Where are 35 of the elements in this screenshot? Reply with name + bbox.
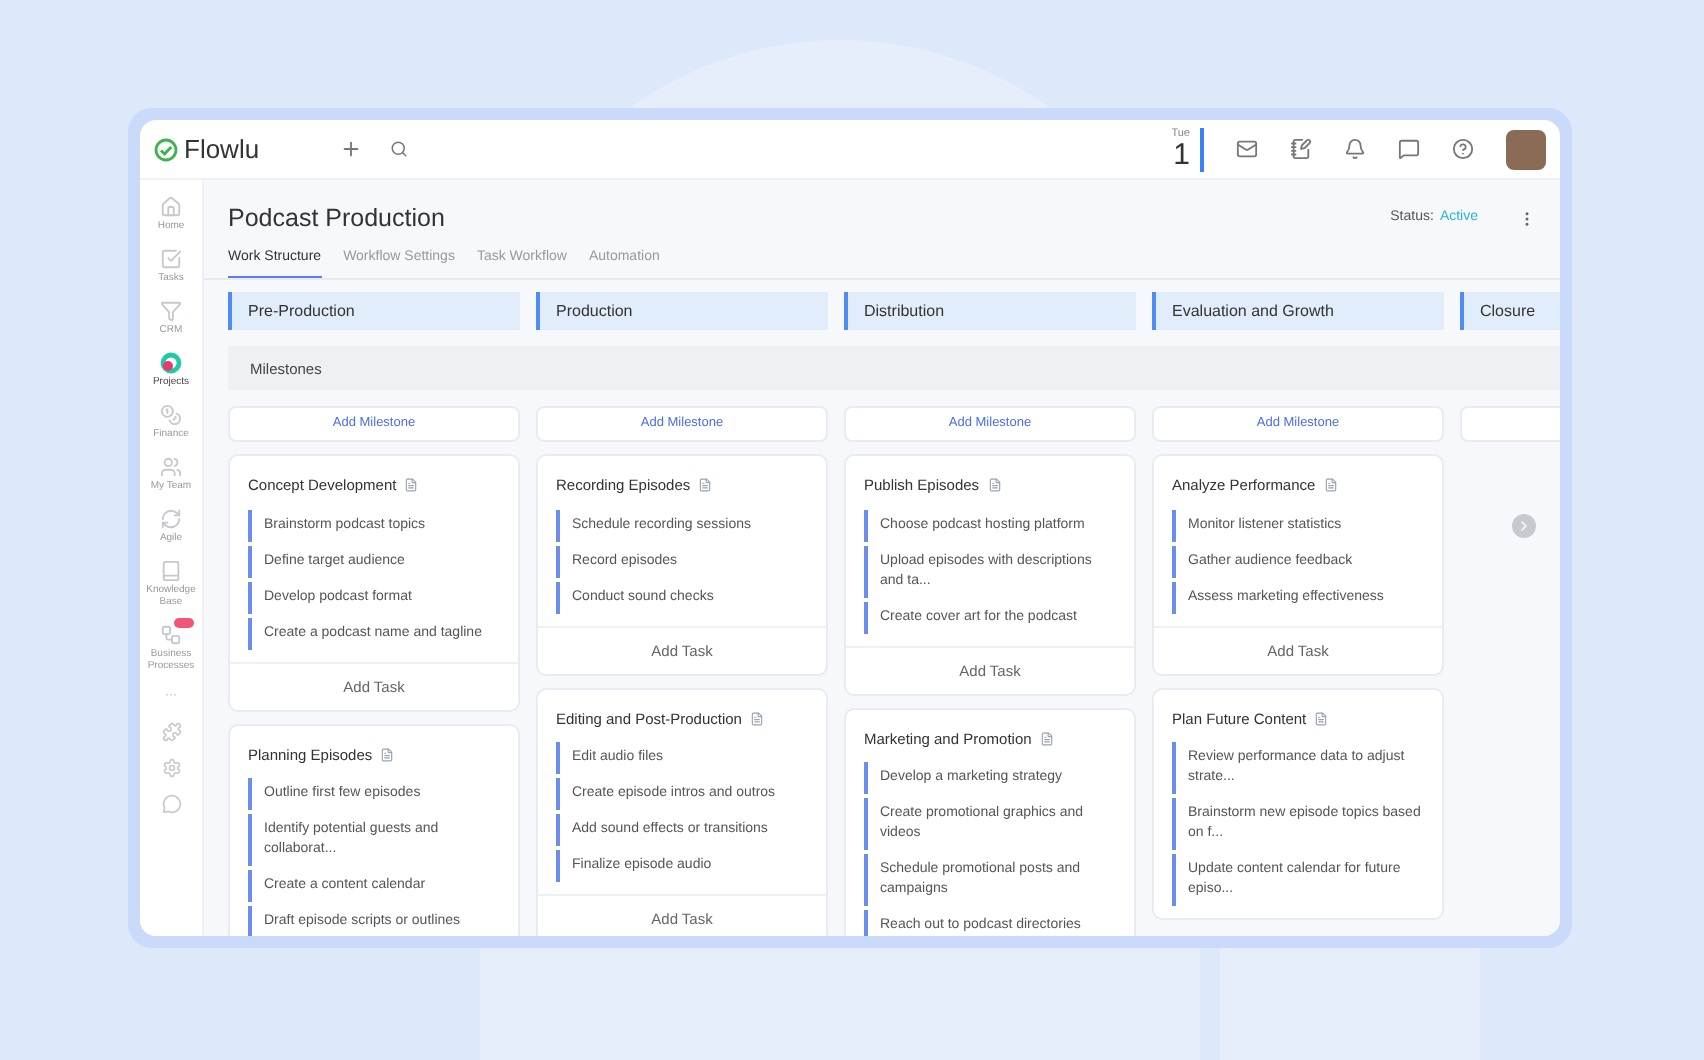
avatar[interactable] <box>1506 129 1546 169</box>
document-icon <box>404 478 419 493</box>
checkmark-icon <box>160 248 182 270</box>
document-icon <box>1323 478 1338 493</box>
funnel-icon <box>160 300 182 322</box>
stage-header: Production <box>536 292 828 331</box>
search-button[interactable] <box>389 140 408 158</box>
notes-icon[interactable] <box>1290 138 1312 160</box>
project-title: Podcast Production <box>228 202 445 236</box>
stage-header: Closure <box>1460 292 1560 331</box>
document-icon <box>380 747 395 762</box>
brand-name: Flowlu <box>184 131 260 168</box>
cycle-icon <box>160 508 182 530</box>
mail-icon[interactable] <box>1236 138 1258 160</box>
document-icon <box>1314 711 1329 726</box>
document-icon <box>749 711 764 726</box>
add-button[interactable] <box>339 138 362 160</box>
stage-header: Pre-Production <box>228 292 520 331</box>
chat-icon[interactable] <box>1398 138 1420 160</box>
house-icon <box>160 196 182 218</box>
ring-icon <box>160 352 182 374</box>
document-icon <box>1039 731 1054 746</box>
people-icon <box>160 456 182 478</box>
chevron-right-icon <box>1516 518 1532 535</box>
coins-icon <box>160 404 182 426</box>
day-number: 1 <box>1173 140 1190 170</box>
check-logo-icon <box>154 137 178 161</box>
flow-icon <box>160 624 182 646</box>
bell-icon[interactable] <box>1344 138 1366 160</box>
stage-header: Evaluation and Growth <box>1152 292 1444 331</box>
help-icon[interactable] <box>1452 138 1474 160</box>
stage-header: Distribution <box>844 292 1136 331</box>
book-icon <box>160 560 182 582</box>
document-icon <box>987 478 1002 493</box>
document-icon <box>698 478 713 493</box>
